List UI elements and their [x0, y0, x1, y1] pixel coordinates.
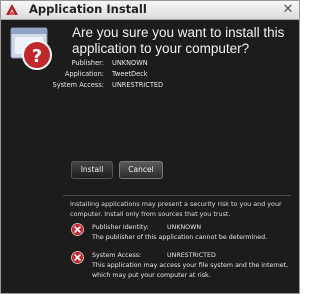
error-x-icon — [71, 223, 84, 236]
application-label: Application: — [64, 70, 104, 78]
system-access-risk-description-line2: which may put your computer at risk. — [92, 272, 211, 279]
publisher-identity-value: UNKNOWN — [167, 224, 202, 231]
title-bar[interactable]: Application Install ✕ — [1, 1, 299, 20]
window-title: Application Install — [29, 2, 147, 16]
system-access-risk-label: System Access: — [92, 252, 142, 259]
system-access-risk-value: UNRESTRICTED — [167, 252, 216, 259]
publisher-identity-label: Publisher Identity: — [92, 224, 149, 231]
publisher-value: UNKNOWN — [112, 59, 148, 67]
install-dialog-window: Application Install ✕ ? Are you sure you… — [0, 0, 300, 294]
publisher-label: Publisher: — [71, 59, 104, 67]
install-button[interactable]: Install — [71, 161, 113, 179]
publisher-identity-description: The publisher of this application cannot… — [92, 234, 268, 241]
dialog-headline: Are you sure you want to install this ap… — [72, 25, 285, 56]
security-warning-text: Installing applications may present a se… — [70, 200, 282, 218]
system-access-label: System Access: — [52, 81, 104, 89]
error-x-icon — [71, 251, 84, 264]
system-access-risk-description-line1: This application may access your file sy… — [92, 262, 289, 269]
adobe-air-logo-icon — [6, 4, 18, 15]
system-access-value: UNRESTRICTED — [112, 81, 164, 89]
close-icon[interactable]: ✕ — [280, 2, 296, 18]
cancel-button[interactable]: Cancel — [119, 161, 163, 179]
application-value: TweetDeck — [112, 70, 148, 78]
divider — [63, 195, 291, 196]
